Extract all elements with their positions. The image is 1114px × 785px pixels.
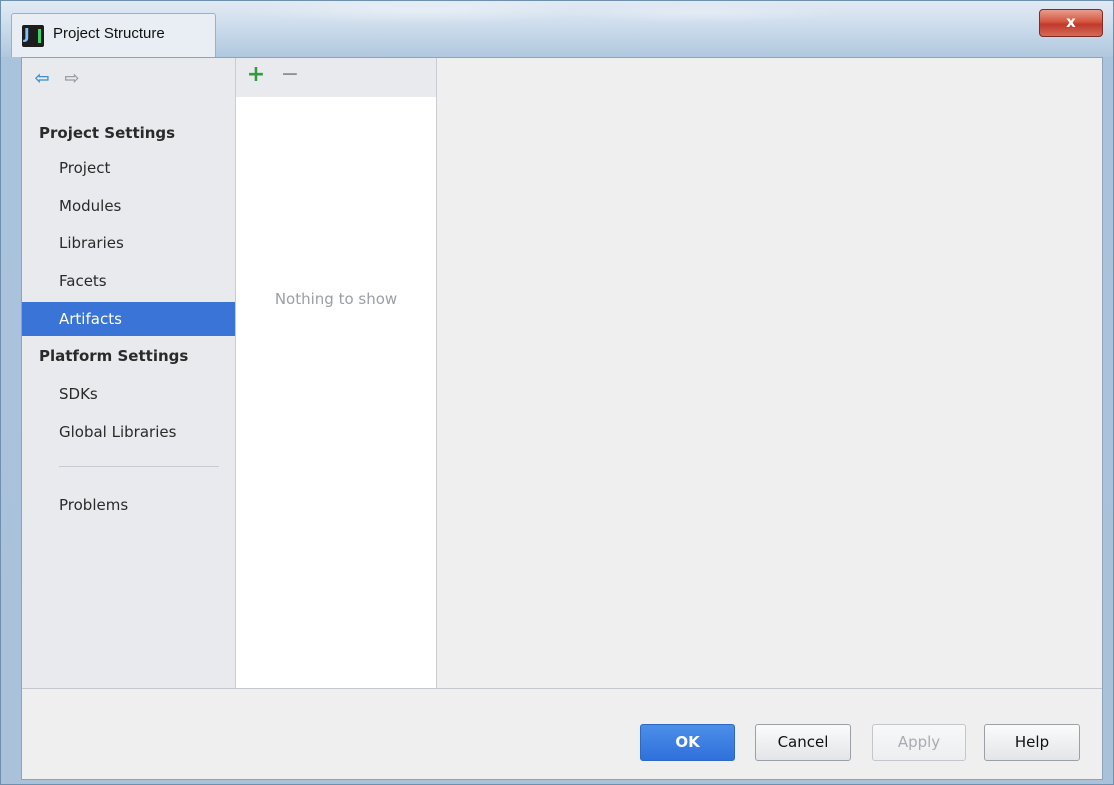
help-button[interactable]: Help xyxy=(984,724,1080,761)
window-title: Project Structure xyxy=(53,25,165,42)
sidebar-item-modules[interactable]: Modules xyxy=(22,189,235,223)
project-structure-window: J Project Structure x ⇦ ⇨ Project Settin… xyxy=(0,0,1114,785)
add-icon[interactable]: + xyxy=(244,62,268,88)
sidebar-item-global-libraries[interactable]: Global Libraries xyxy=(22,415,235,449)
detail-panel xyxy=(437,58,1102,688)
sidebar-separator xyxy=(59,466,219,467)
close-button[interactable]: x xyxy=(1039,9,1103,37)
cancel-button[interactable]: Cancel xyxy=(755,724,851,761)
title-bar[interactable]: J Project Structure x xyxy=(1,1,1113,57)
artifacts-list-panel: + − Nothing to show xyxy=(235,58,437,688)
dialog-footer: OK Cancel Apply Help xyxy=(22,688,1102,779)
back-arrow-icon[interactable]: ⇦ xyxy=(32,68,52,90)
sidebar-item-problems[interactable]: Problems xyxy=(22,488,235,522)
forward-arrow-icon[interactable]: ⇨ xyxy=(62,68,82,90)
settings-sidebar: ⇦ ⇨ Project Settings Project Modules Lib… xyxy=(22,58,235,688)
platform-settings-heading: Platform Settings xyxy=(39,347,189,365)
sidebar-item-sdks[interactable]: SDKs xyxy=(22,377,235,411)
dialog-content: ⇦ ⇨ Project Settings Project Modules Lib… xyxy=(21,57,1103,780)
sidebar-item-project[interactable]: Project xyxy=(22,151,235,185)
remove-icon[interactable]: − xyxy=(278,62,302,88)
ok-button[interactable]: OK xyxy=(640,724,735,761)
list-toolbar: + − xyxy=(236,58,436,97)
project-settings-heading: Project Settings xyxy=(39,124,176,142)
title-tab: J Project Structure xyxy=(11,13,216,57)
sidebar-item-artifacts[interactable]: Artifacts xyxy=(22,302,235,336)
apply-button[interactable]: Apply xyxy=(872,724,966,761)
empty-list-message: Nothing to show xyxy=(274,290,398,308)
sidebar-item-facets[interactable]: Facets xyxy=(22,264,235,298)
intellij-app-icon: J xyxy=(22,25,44,47)
sidebar-item-libraries[interactable]: Libraries xyxy=(22,226,235,260)
